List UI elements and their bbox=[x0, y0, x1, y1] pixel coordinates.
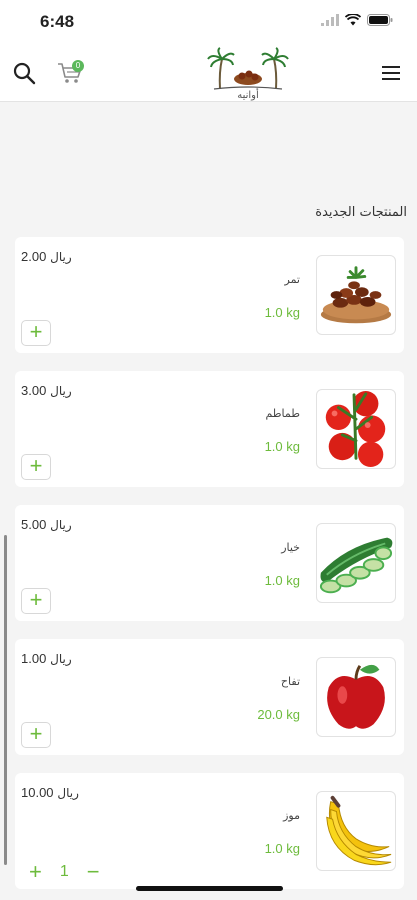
add-to-cart-button[interactable]: + bbox=[21, 454, 51, 480]
product-weight: 1.0 kg bbox=[264, 573, 300, 588]
search-icon bbox=[13, 62, 36, 85]
status-icons bbox=[321, 14, 393, 26]
cart-count-badge: 0 bbox=[72, 60, 84, 72]
home-indicator[interactable] bbox=[136, 886, 283, 891]
product-image-cucumber[interactable] bbox=[316, 523, 396, 603]
product-weight: 1.0 kg bbox=[264, 841, 300, 856]
section-title: المنتجات الجديدة bbox=[315, 205, 407, 220]
product-name: تمر bbox=[284, 273, 301, 286]
product-card[interactable]: 10.00 ريال موز 1.0 kg + 1 − bbox=[15, 773, 404, 889]
add-to-cart-button[interactable]: + bbox=[21, 588, 51, 614]
product-price: 3.00 ريال bbox=[21, 383, 72, 398]
cellular-signal-icon bbox=[321, 14, 339, 26]
product-image-apple[interactable] bbox=[316, 657, 396, 737]
decrease-quantity-button[interactable]: − bbox=[87, 859, 100, 885]
product-weight: 20.0 kg bbox=[257, 707, 300, 722]
product-image-dates[interactable] bbox=[316, 255, 396, 335]
status-time: 6:48 bbox=[40, 12, 75, 31]
product-card[interactable]: 5.00 ريال خيار 1.0 kg + bbox=[15, 505, 404, 621]
product-image-banana[interactable] bbox=[316, 791, 396, 871]
app-logo: أوانيه bbox=[206, 47, 290, 101]
cart-button[interactable]: 0 bbox=[56, 59, 84, 87]
product-card[interactable]: 1.00 ريال تفاح 20.0 kg + bbox=[15, 639, 404, 755]
battery-icon bbox=[367, 14, 393, 26]
status-bar: 6:48 bbox=[0, 0, 417, 44]
product-weight: 1.0 kg bbox=[264, 305, 300, 320]
product-card[interactable]: 2.00 ريال تمر 1.0 kg + bbox=[15, 237, 404, 353]
product-weight: 1.0 kg bbox=[264, 439, 300, 454]
increase-quantity-button[interactable]: + bbox=[29, 859, 42, 885]
logo-text: أوانيه bbox=[237, 88, 259, 101]
wifi-icon bbox=[345, 14, 361, 26]
product-name: طماطم bbox=[265, 407, 300, 420]
scrollbar[interactable] bbox=[4, 535, 7, 865]
product-name: خيار bbox=[281, 541, 300, 554]
product-image-tomato[interactable] bbox=[316, 389, 396, 469]
product-name: تفاح bbox=[280, 675, 300, 688]
product-list: 2.00 ريال تمر 1.0 kg + 3.00 ريال طماطم 1… bbox=[15, 237, 404, 900]
quantity-value: 1 bbox=[59, 863, 69, 880]
menu-button[interactable] bbox=[377, 59, 405, 87]
product-price: 5.00 ريال bbox=[21, 517, 72, 532]
add-to-cart-button[interactable]: + bbox=[21, 722, 51, 748]
product-price: 10.00 ريال bbox=[21, 785, 79, 800]
hamburger-menu-icon bbox=[382, 66, 400, 80]
quantity-stepper: + 1 − bbox=[29, 859, 100, 885]
search-button[interactable] bbox=[10, 59, 38, 87]
app-header: 0 أوانيه bbox=[0, 44, 417, 102]
add-to-cart-button[interactable]: + bbox=[21, 320, 51, 346]
product-price: 1.00 ريال bbox=[21, 651, 72, 666]
product-name: موز bbox=[283, 809, 300, 822]
product-price: 2.00 ريال bbox=[21, 249, 72, 264]
product-card[interactable]: 3.00 ريال طماطم 1.0 kg + bbox=[15, 371, 404, 487]
